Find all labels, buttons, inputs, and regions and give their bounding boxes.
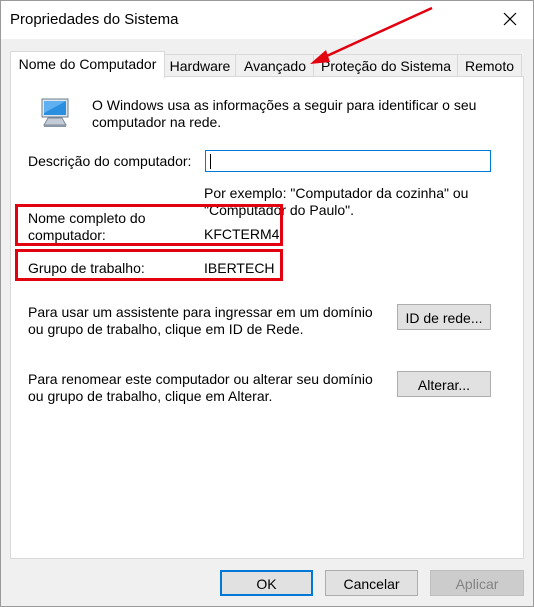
close-icon: [503, 12, 517, 26]
tab-hardware[interactable]: Hardware: [163, 54, 237, 77]
rename-help-text: Para renomear este computador ou alterar…: [28, 371, 373, 404]
network-id-button[interactable]: ID de rede...: [397, 304, 491, 330]
computer-monitor-icon: [39, 95, 73, 132]
annotation-arrow: [310, 6, 433, 64]
window-title: Propriedades do Sistema: [10, 11, 179, 28]
computer-name-panel: O Windows usa as informações a seguir pa…: [10, 76, 524, 559]
workgroup-highlight: [15, 249, 283, 281]
text-caret: [210, 154, 211, 169]
apply-button: Aplicar: [430, 570, 524, 596]
domain-help-text: Para usar um assistente para ingressar e…: [28, 304, 373, 337]
tab-remote[interactable]: Remoto: [457, 54, 522, 77]
description-input[interactable]: [205, 150, 491, 172]
description-label: Descrição do computador:: [28, 153, 192, 169]
intro-text: O Windows usa as informações a seguir pa…: [92, 97, 477, 130]
tab-computer-name[interactable]: Nome do Computador: [10, 51, 165, 78]
cancel-button[interactable]: Cancelar: [325, 570, 418, 596]
system-properties-window: Propriedades do Sistema Nome do Computad…: [0, 0, 534, 607]
tab-strip: Nome do Computador Hardware Avançado Pro…: [10, 51, 522, 78]
change-button[interactable]: Alterar...: [397, 371, 491, 397]
full-name-highlight: [15, 204, 283, 246]
close-button[interactable]: [487, 1, 533, 37]
ok-button[interactable]: OK: [220, 570, 313, 596]
title-bar: Propriedades do Sistema: [1, 1, 533, 39]
